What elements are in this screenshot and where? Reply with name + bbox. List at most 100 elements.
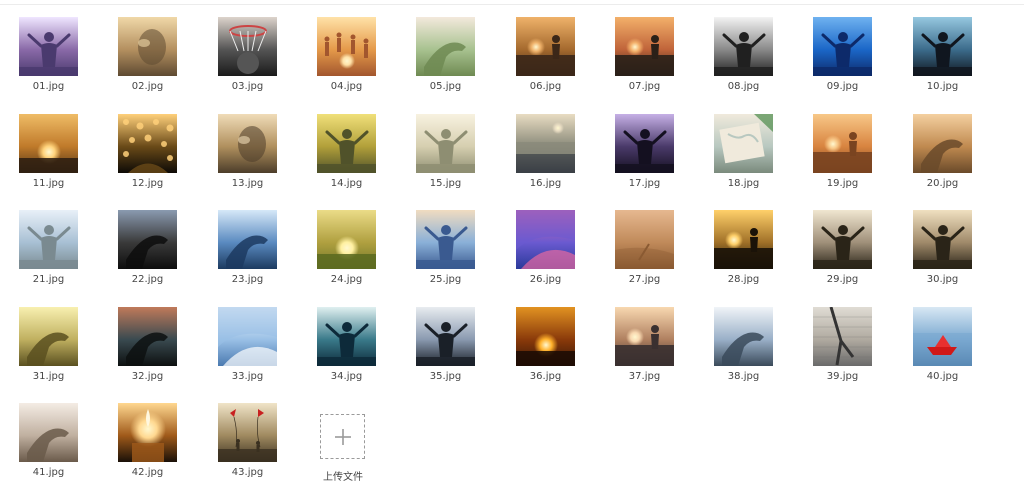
file-tile[interactable]: 01.jpg [14, 17, 84, 97]
file-tile[interactable]: 43.jpg [213, 403, 283, 483]
file-name: 37.jpg [628, 371, 661, 382]
file-tile[interactable]: 10.jpg [908, 17, 978, 97]
file-thumbnail[interactable] [19, 403, 78, 462]
file-thumbnail[interactable] [118, 210, 177, 269]
file-name: 42.jpg [131, 467, 164, 478]
file-thumbnail[interactable] [416, 307, 475, 366]
file-thumbnail[interactable] [19, 210, 78, 269]
file-tile[interactable]: 27.jpg [610, 210, 680, 290]
upload-file-tile[interactable]: 上传文件 [320, 414, 390, 494]
file-tile[interactable]: 24.jpg [312, 210, 382, 290]
file-thumbnail[interactable] [913, 114, 972, 173]
file-thumbnail[interactable] [516, 17, 575, 76]
file-thumbnail[interactable] [615, 114, 674, 173]
file-thumbnail[interactable] [714, 17, 773, 76]
file-tile[interactable]: 23.jpg [213, 210, 283, 290]
file-tile[interactable]: 12.jpg [113, 114, 183, 194]
file-thumbnail[interactable] [516, 307, 575, 366]
file-thumbnail[interactable] [118, 114, 177, 173]
file-thumbnail[interactable] [218, 17, 277, 76]
file-tile[interactable]: 33.jpg [213, 307, 283, 387]
file-tile[interactable]: 16.jpg [511, 114, 581, 194]
file-tile[interactable]: 19.jpg [808, 114, 878, 194]
file-thumbnail[interactable] [813, 114, 872, 173]
file-tile[interactable]: 18.jpg [709, 114, 779, 194]
file-tile[interactable]: 15.jpg [411, 114, 481, 194]
file-thumbnail[interactable] [416, 114, 475, 173]
file-tile[interactable]: 06.jpg [511, 17, 581, 97]
file-tile[interactable]: 07.jpg [610, 17, 680, 97]
file-name: 38.jpg [727, 371, 760, 382]
file-name: 12.jpg [131, 178, 164, 189]
file-tile[interactable]: 41.jpg [14, 403, 84, 483]
file-tile[interactable]: 21.jpg [14, 210, 84, 290]
file-name: 35.jpg [429, 371, 462, 382]
file-tile[interactable]: 14.jpg [312, 114, 382, 194]
file-thumbnail[interactable] [516, 114, 575, 173]
file-thumbnail[interactable] [218, 210, 277, 269]
file-thumbnail[interactable] [218, 403, 277, 462]
file-name: 15.jpg [429, 178, 462, 189]
file-thumbnail[interactable] [317, 307, 376, 366]
file-thumbnail[interactable] [813, 17, 872, 76]
file-tile[interactable]: 05.jpg [411, 17, 481, 97]
file-tile[interactable]: 28.jpg [709, 210, 779, 290]
file-tile[interactable]: 30.jpg [908, 210, 978, 290]
file-thumbnail[interactable] [118, 403, 177, 462]
file-thumbnail[interactable] [516, 210, 575, 269]
file-tile[interactable]: 17.jpg [610, 114, 680, 194]
file-thumbnail[interactable] [615, 307, 674, 366]
file-thumbnail[interactable] [714, 210, 773, 269]
file-tile[interactable]: 37.jpg [610, 307, 680, 387]
file-thumbnail[interactable] [714, 114, 773, 173]
file-thumbnail[interactable] [19, 307, 78, 366]
file-thumbnail[interactable] [19, 114, 78, 173]
file-tile[interactable]: 35.jpg [411, 307, 481, 387]
file-tile[interactable]: 32.jpg [113, 307, 183, 387]
file-thumbnail[interactable] [813, 210, 872, 269]
file-thumbnail[interactable] [913, 210, 972, 269]
file-name: 39.jpg [826, 371, 859, 382]
file-thumbnail[interactable] [416, 17, 475, 76]
file-name: 27.jpg [628, 274, 661, 285]
file-name: 03.jpg [231, 81, 264, 92]
file-tile[interactable]: 13.jpg [213, 114, 283, 194]
file-tile[interactable]: 38.jpg [709, 307, 779, 387]
file-thumbnail[interactable] [118, 17, 177, 76]
file-thumbnail[interactable] [19, 17, 78, 76]
file-name: 26.jpg [529, 274, 562, 285]
file-thumbnail[interactable] [913, 17, 972, 76]
file-grid: 上传文件 01.jpg 02.jpg 03.jpg 04.jpg 05.jpg … [0, 0, 1024, 491]
file-tile[interactable]: 03.jpg [213, 17, 283, 97]
file-tile[interactable]: 22.jpg [113, 210, 183, 290]
file-thumbnail[interactable] [317, 17, 376, 76]
file-tile[interactable]: 26.jpg [511, 210, 581, 290]
file-tile[interactable]: 09.jpg [808, 17, 878, 97]
file-thumbnail[interactable] [317, 114, 376, 173]
file-tile[interactable]: 31.jpg [14, 307, 84, 387]
file-tile[interactable]: 42.jpg [113, 403, 183, 483]
file-tile[interactable]: 08.jpg [709, 17, 779, 97]
file-thumbnail[interactable] [813, 307, 872, 366]
file-tile[interactable]: 25.jpg [411, 210, 481, 290]
file-tile[interactable]: 40.jpg [908, 307, 978, 387]
upload-button[interactable] [320, 414, 365, 459]
file-thumbnail[interactable] [714, 307, 773, 366]
file-tile[interactable]: 04.jpg [312, 17, 382, 97]
file-tile[interactable]: 20.jpg [908, 114, 978, 194]
file-thumbnail[interactable] [913, 307, 972, 366]
file-tile[interactable]: 29.jpg [808, 210, 878, 290]
file-thumbnail[interactable] [416, 210, 475, 269]
file-thumbnail[interactable] [118, 307, 177, 366]
file-tile[interactable]: 02.jpg [113, 17, 183, 97]
file-name: 43.jpg [231, 467, 264, 478]
file-tile[interactable]: 39.jpg [808, 307, 878, 387]
file-thumbnail[interactable] [218, 307, 277, 366]
file-thumbnail[interactable] [218, 114, 277, 173]
file-tile[interactable]: 11.jpg [14, 114, 84, 194]
file-thumbnail[interactable] [615, 17, 674, 76]
file-tile[interactable]: 34.jpg [312, 307, 382, 387]
file-thumbnail[interactable] [317, 210, 376, 269]
file-tile[interactable]: 36.jpg [511, 307, 581, 387]
file-thumbnail[interactable] [615, 210, 674, 269]
